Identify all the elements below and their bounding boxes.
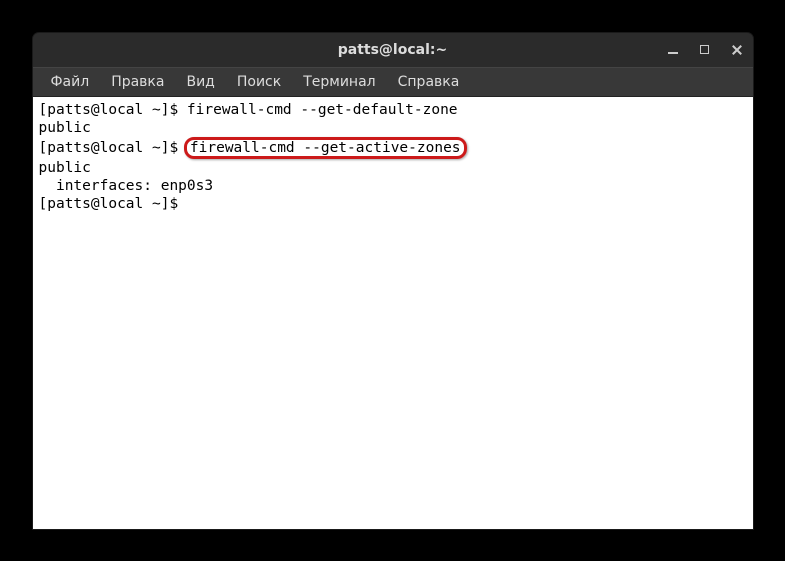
maximize-button[interactable] xyxy=(695,40,715,60)
window-title: patts@local:~ xyxy=(338,42,447,58)
terminal-body[interactable]: [patts@local ~]$ firewall-cmd --get-defa… xyxy=(33,97,753,529)
highlighted-command: firewall-cmd --get-active-zones xyxy=(184,137,467,159)
term-output-2a: public xyxy=(39,159,747,177)
menu-file[interactable]: Файл xyxy=(41,70,100,94)
menu-help[interactable]: Справка xyxy=(388,70,470,94)
prompt: [patts@local ~]$ xyxy=(39,102,187,118)
command-text: firewall-cmd --get-default-zone xyxy=(187,102,458,118)
menubar: Файл Правка Вид Поиск Терминал Справка xyxy=(33,67,753,97)
titlebar[interactable]: patts@local:~ xyxy=(33,33,753,67)
term-line-1: [patts@local ~]$ firewall-cmd --get-defa… xyxy=(39,101,747,119)
close-icon xyxy=(731,44,743,56)
prompt: [patts@local ~]$ xyxy=(39,140,187,156)
maximize-icon xyxy=(700,45,709,54)
minimize-button[interactable] xyxy=(663,40,683,60)
menu-search[interactable]: Поиск xyxy=(227,70,291,94)
minimize-icon xyxy=(668,52,678,54)
term-line-2: [patts@local ~]$ firewall-cmd --get-acti… xyxy=(39,137,747,159)
term-output-1: public xyxy=(39,119,747,137)
terminal-window: patts@local:~ Файл Правка Вид Поиск Терм… xyxy=(33,33,753,529)
menu-edit[interactable]: Правка xyxy=(101,70,174,94)
term-output-2b: interfaces: enp0s3 xyxy=(39,177,747,195)
close-button[interactable] xyxy=(727,40,747,60)
menu-terminal[interactable]: Терминал xyxy=(293,70,385,94)
menu-view[interactable]: Вид xyxy=(176,70,224,94)
window-controls xyxy=(663,33,747,67)
term-final-prompt: [patts@local ~]$ xyxy=(39,195,747,213)
